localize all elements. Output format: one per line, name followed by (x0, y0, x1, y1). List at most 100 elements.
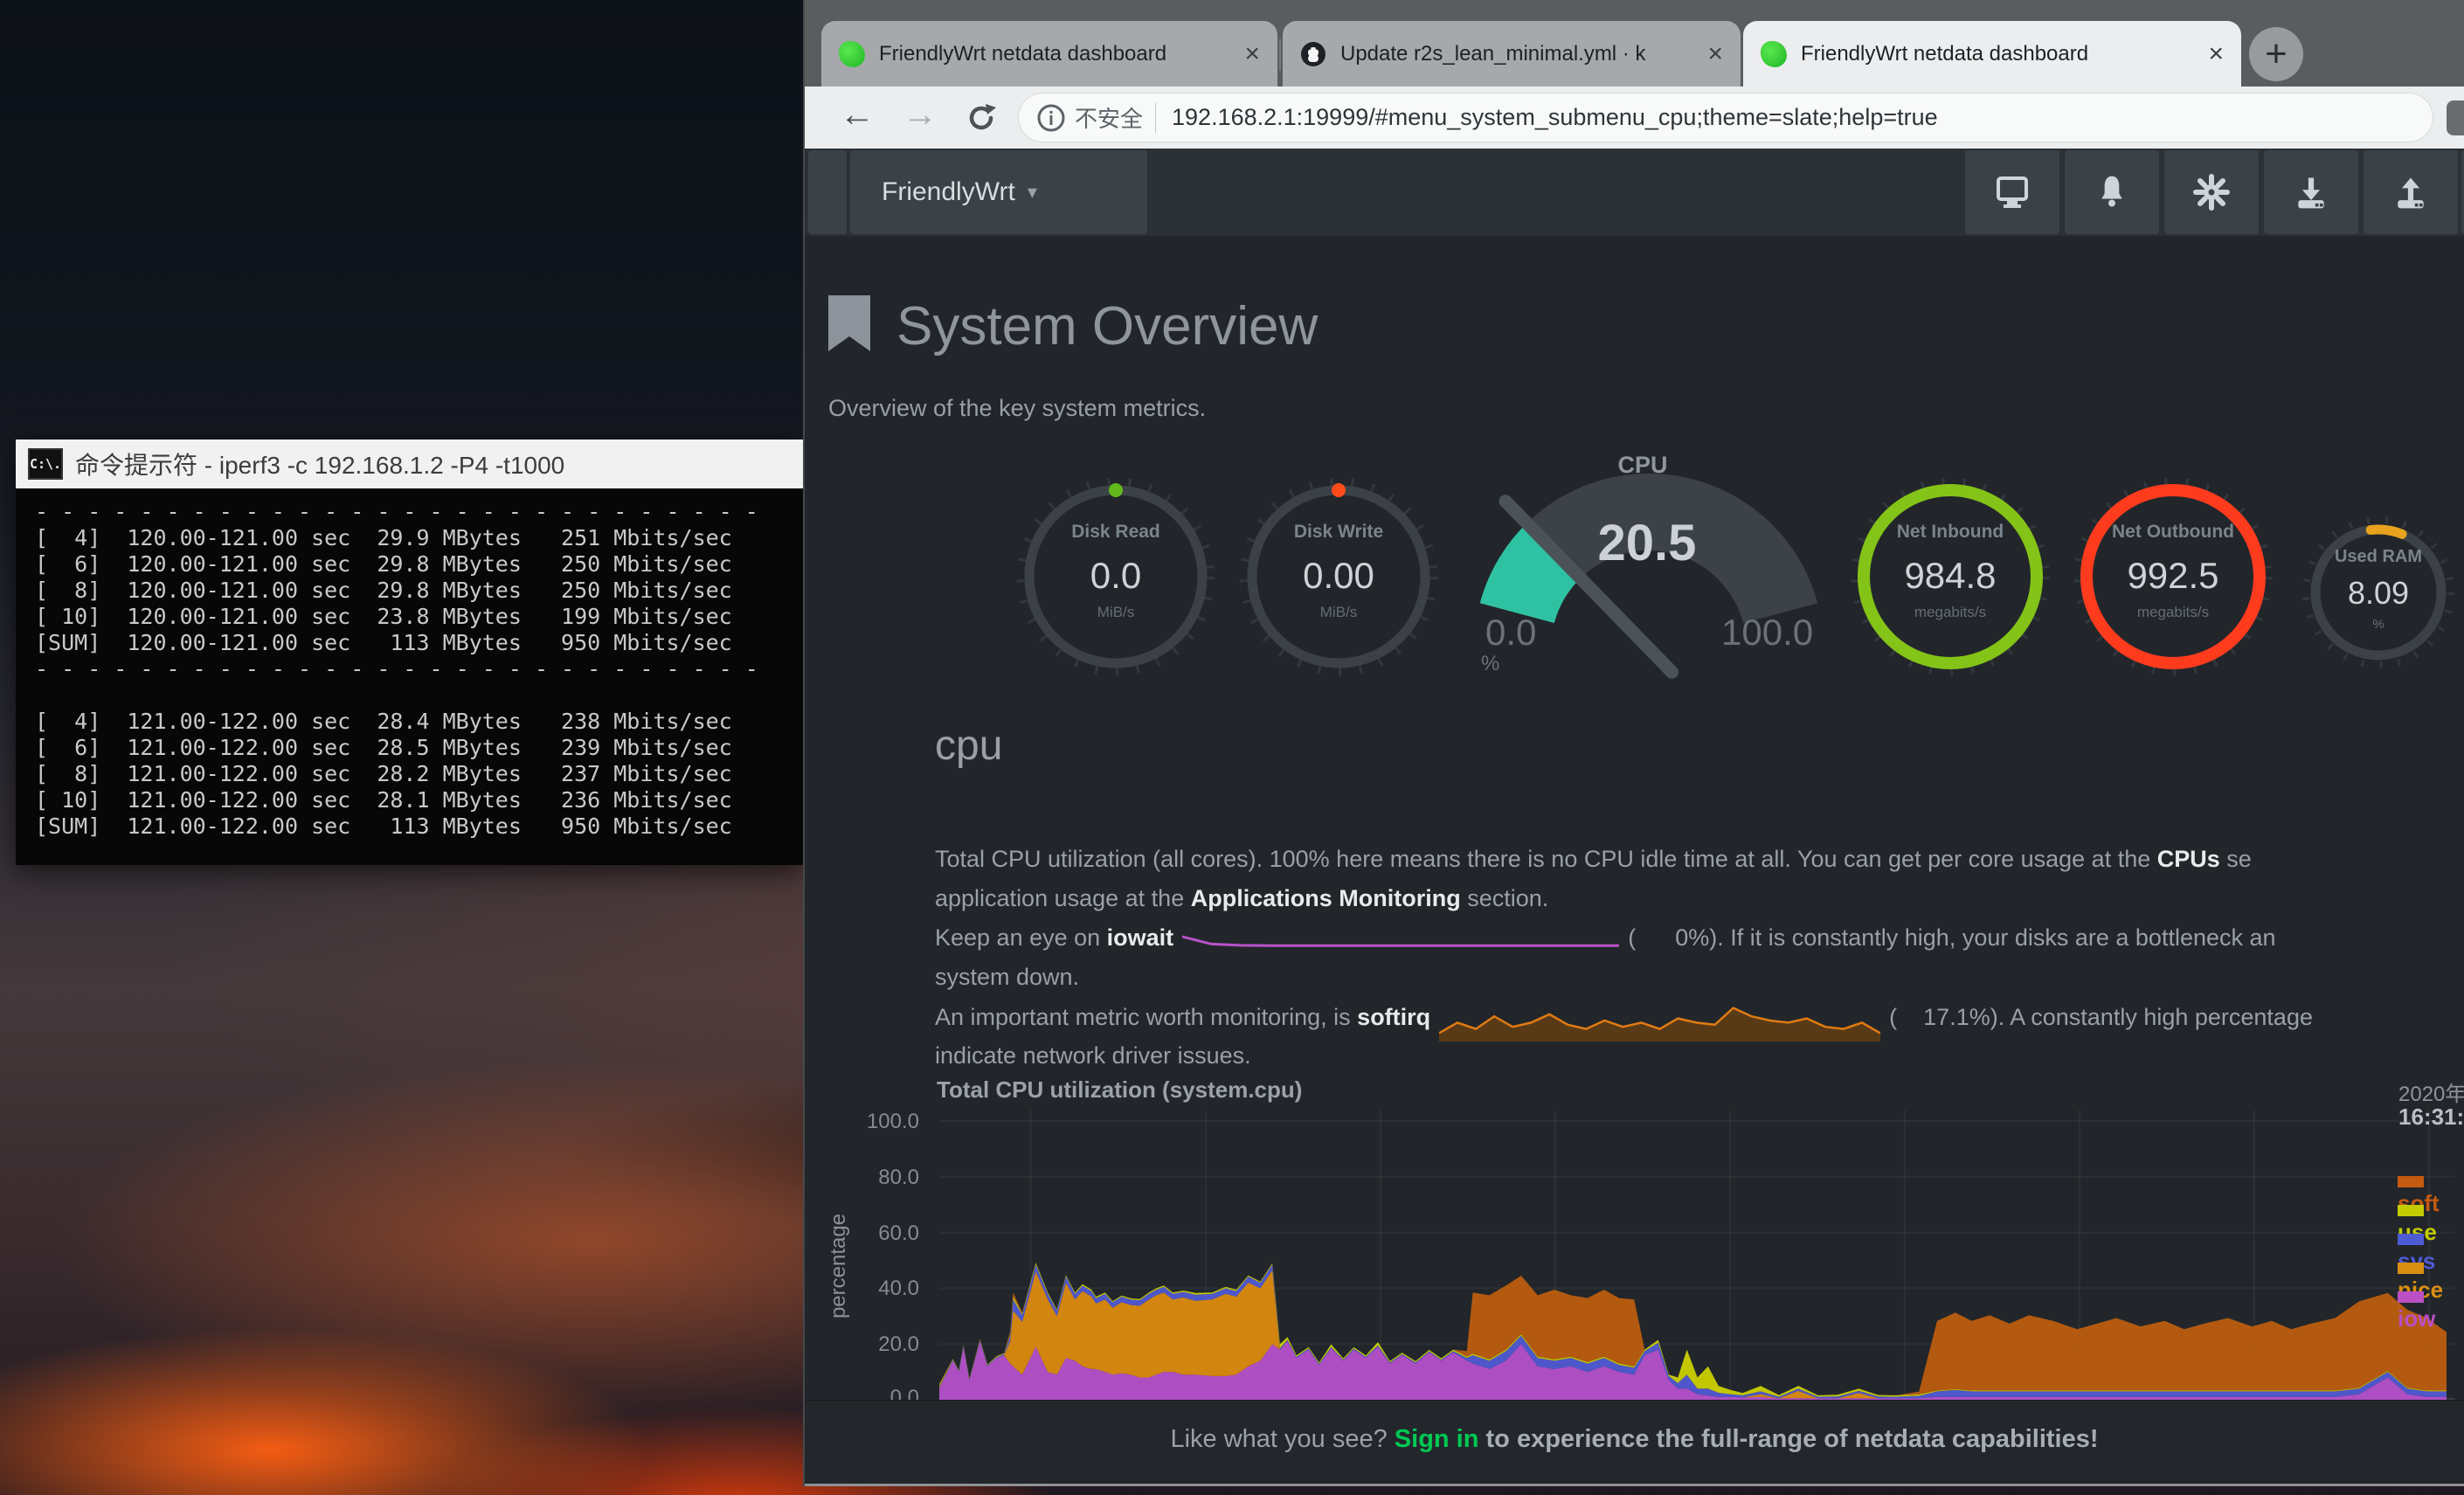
iowait-label[interactable]: iowait (1107, 924, 1174, 951)
softirq-label[interactable]: softirq (1357, 1004, 1430, 1030)
import-button[interactable] (2364, 150, 2458, 234)
terminal-output: - - - - - - - - - - - - - - - - - - - - … (16, 488, 803, 865)
gauge-used-ram[interactable]: Used RAM 8.09 % (2300, 514, 2457, 671)
upload-icon (2391, 173, 2430, 211)
omnibox-divider (1155, 103, 1156, 133)
status-dot (1332, 483, 1346, 497)
gauge-label: Disk Read (1015, 522, 1216, 543)
legend-label: iow (2398, 1305, 2435, 1332)
chart-date: 2020年3 (2398, 1076, 2464, 1107)
url-text[interactable]: 192.168.2.1:19999/#menu_system_submenu_c… (1172, 104, 1938, 131)
chart-title: Total CPU utilization (system.cpu) (937, 1076, 1302, 1104)
browser-left-edge (803, 0, 805, 1486)
ytick-40: 40.0 (839, 1277, 919, 1301)
security-label[interactable]: 不安全 (1075, 101, 1143, 134)
browser-toolbar: ← → 不安全 192.168.2.1:19999/#menu_system_s… (805, 87, 2464, 149)
gauge-max: 100.0 (1721, 612, 1813, 654)
cpu-paragraph-line6: indicate network driver issues. (935, 1042, 1251, 1069)
gauge-unit: MiB/s (1015, 604, 1216, 621)
banner-text-pre: Like what you see? (1170, 1425, 1394, 1453)
legend-item-softirq[interactable]: soft (2398, 1174, 2464, 1203)
gauge-unit: MiB/s (1238, 604, 1439, 621)
info-icon[interactable] (1036, 103, 1066, 133)
brand-label: FriendlyWrt (882, 177, 1015, 207)
cpu-paragraph-line3: Keep an eye on iowait( 0%). If it is con… (935, 924, 2276, 952)
gauge-value: 0.00 (1238, 555, 1439, 597)
ytick-20: 20.0 (839, 1332, 919, 1357)
chart-time: 16:31:2 (2398, 1104, 2464, 1131)
extension-icon[interactable] (2447, 100, 2464, 135)
close-icon[interactable]: × (2208, 41, 2224, 67)
ytick-80: 80.0 (839, 1166, 919, 1190)
gauge-net-outbound[interactable]: Net Outbound 992.5 megabits/s (2073, 476, 2274, 677)
gear-icon (2192, 173, 2231, 211)
ytick-60: 60.0 (839, 1222, 919, 1246)
page-title: System Overview (896, 295, 1318, 357)
github-icon (1300, 41, 1326, 67)
brand-dropdown[interactable]: FriendlyWrt ▾ (850, 150, 1147, 234)
status-dot (1109, 483, 1123, 497)
iowait-sparkline[interactable] (1182, 928, 1619, 951)
reload-icon[interactable] (962, 99, 1000, 137)
gauge-value: 0.0 (1015, 555, 1216, 597)
export-button[interactable] (2264, 150, 2358, 234)
monitor-icon (1993, 175, 2031, 210)
friendlywrt-icon (839, 41, 865, 67)
browser-bottom-edge (805, 1484, 2464, 1486)
gauge-net-inbound[interactable]: Net Inbound 984.8 megabits/s (1850, 476, 2051, 677)
cpu-paragraph-line5: An important metric worth monitoring, is… (935, 1003, 2313, 1035)
cpu-paragraph-line2: application usage at the Applications Mo… (935, 885, 1548, 912)
tab-github[interactable]: Update r2s_lean_minimal.yml · k × (1283, 21, 1741, 87)
download-icon (2292, 173, 2330, 211)
applications-monitoring-link[interactable]: Applications Monitoring (1191, 885, 1461, 911)
gauge-unit: megabits/s (1850, 604, 2051, 621)
ytick-100: 100.0 (839, 1110, 919, 1134)
display-button[interactable] (1965, 150, 2059, 234)
chevron-down-icon: ▾ (1028, 181, 1037, 204)
tab-divider (1279, 39, 1281, 71)
cpu-paragraph-line4: system down. (935, 964, 1079, 991)
gauge-cpu[interactable]: CPU 20.5 0.0 100.0 % (1433, 437, 1852, 708)
gauge-value: 20.5 (1433, 514, 1861, 572)
gauge-unit: megabits/s (2073, 604, 2274, 621)
forward-icon[interactable]: → (903, 97, 938, 132)
section-heading-cpu: cpu (935, 722, 1002, 770)
terminal-title: 命令提示符 - iperf3 -c 192.168.1.2 -P4 -t1000 (75, 446, 564, 481)
gauge-disk-write[interactable]: Disk Write 0.00 MiB/s (1238, 476, 1439, 677)
back-icon[interactable]: ← (840, 97, 875, 132)
new-tab-button[interactable]: + (2249, 27, 2303, 81)
cmd-icon: C:\. (28, 448, 63, 480)
settings-button[interactable] (2164, 150, 2259, 234)
gauge-disk-read[interactable]: Disk Read 0.0 MiB/s (1015, 476, 1216, 677)
chart-legend: soft use sys nice iow (2398, 1174, 2464, 1319)
close-icon[interactable]: × (1707, 41, 1723, 67)
close-icon[interactable]: × (1244, 41, 1260, 67)
banner-text-post: to experience the full-range of netdata … (1478, 1425, 2098, 1453)
terminal-window[interactable]: C:\. 命令提示符 - iperf3 -c 192.168.1.2 -P4 -… (16, 440, 803, 865)
gauge-label: Disk Write (1238, 522, 1439, 543)
gauge-unit: % (2300, 617, 2457, 632)
cpus-link[interactable]: CPUs (2157, 846, 2220, 872)
page-subtitle: Overview of the key system metrics. (828, 395, 1206, 422)
softirq-sparkline[interactable] (1439, 1003, 1880, 1045)
cpu-utilization-chart[interactable] (939, 1110, 2455, 1400)
gauge-label: CPU (1433, 452, 1852, 479)
navbar-left-sliver (808, 150, 847, 234)
friendlywrt-icon (1761, 41, 1787, 67)
tab-friendlywrt-2-active[interactable]: FriendlyWrt netdata dashboard × (1743, 21, 2241, 87)
gauge-value: 984.8 (1850, 555, 2051, 597)
gauge-label: Net Inbound (1850, 522, 2051, 543)
signin-banner: Like what you see? Sign in to experience… (805, 1400, 2464, 1485)
netdata-navbar: FriendlyWrt ▾ (805, 149, 2464, 236)
gauge-min: 0.0 (1485, 612, 1536, 654)
terminal-titlebar[interactable]: C:\. 命令提示符 - iperf3 -c 192.168.1.2 -P4 -… (16, 440, 803, 488)
tab-friendlywrt-1[interactable]: FriendlyWrt netdata dashboard × (821, 21, 1277, 87)
tab-title: Update r2s_lean_minimal.yml · k (1340, 42, 1695, 66)
desktop: C:\. 命令提示符 - iperf3 -c 192.168.1.2 -P4 -… (0, 0, 2464, 1495)
sign-in-link[interactable]: Sign in (1395, 1425, 1479, 1453)
gauge-value: 8.09 (2300, 575, 2457, 612)
bookmark-icon (828, 295, 870, 353)
gauge-label: Used RAM (2300, 547, 2457, 567)
alarms-button[interactable] (2065, 150, 2159, 234)
address-bar[interactable]: 不安全 192.168.2.1:19999/#menu_system_subme… (1018, 93, 2433, 142)
